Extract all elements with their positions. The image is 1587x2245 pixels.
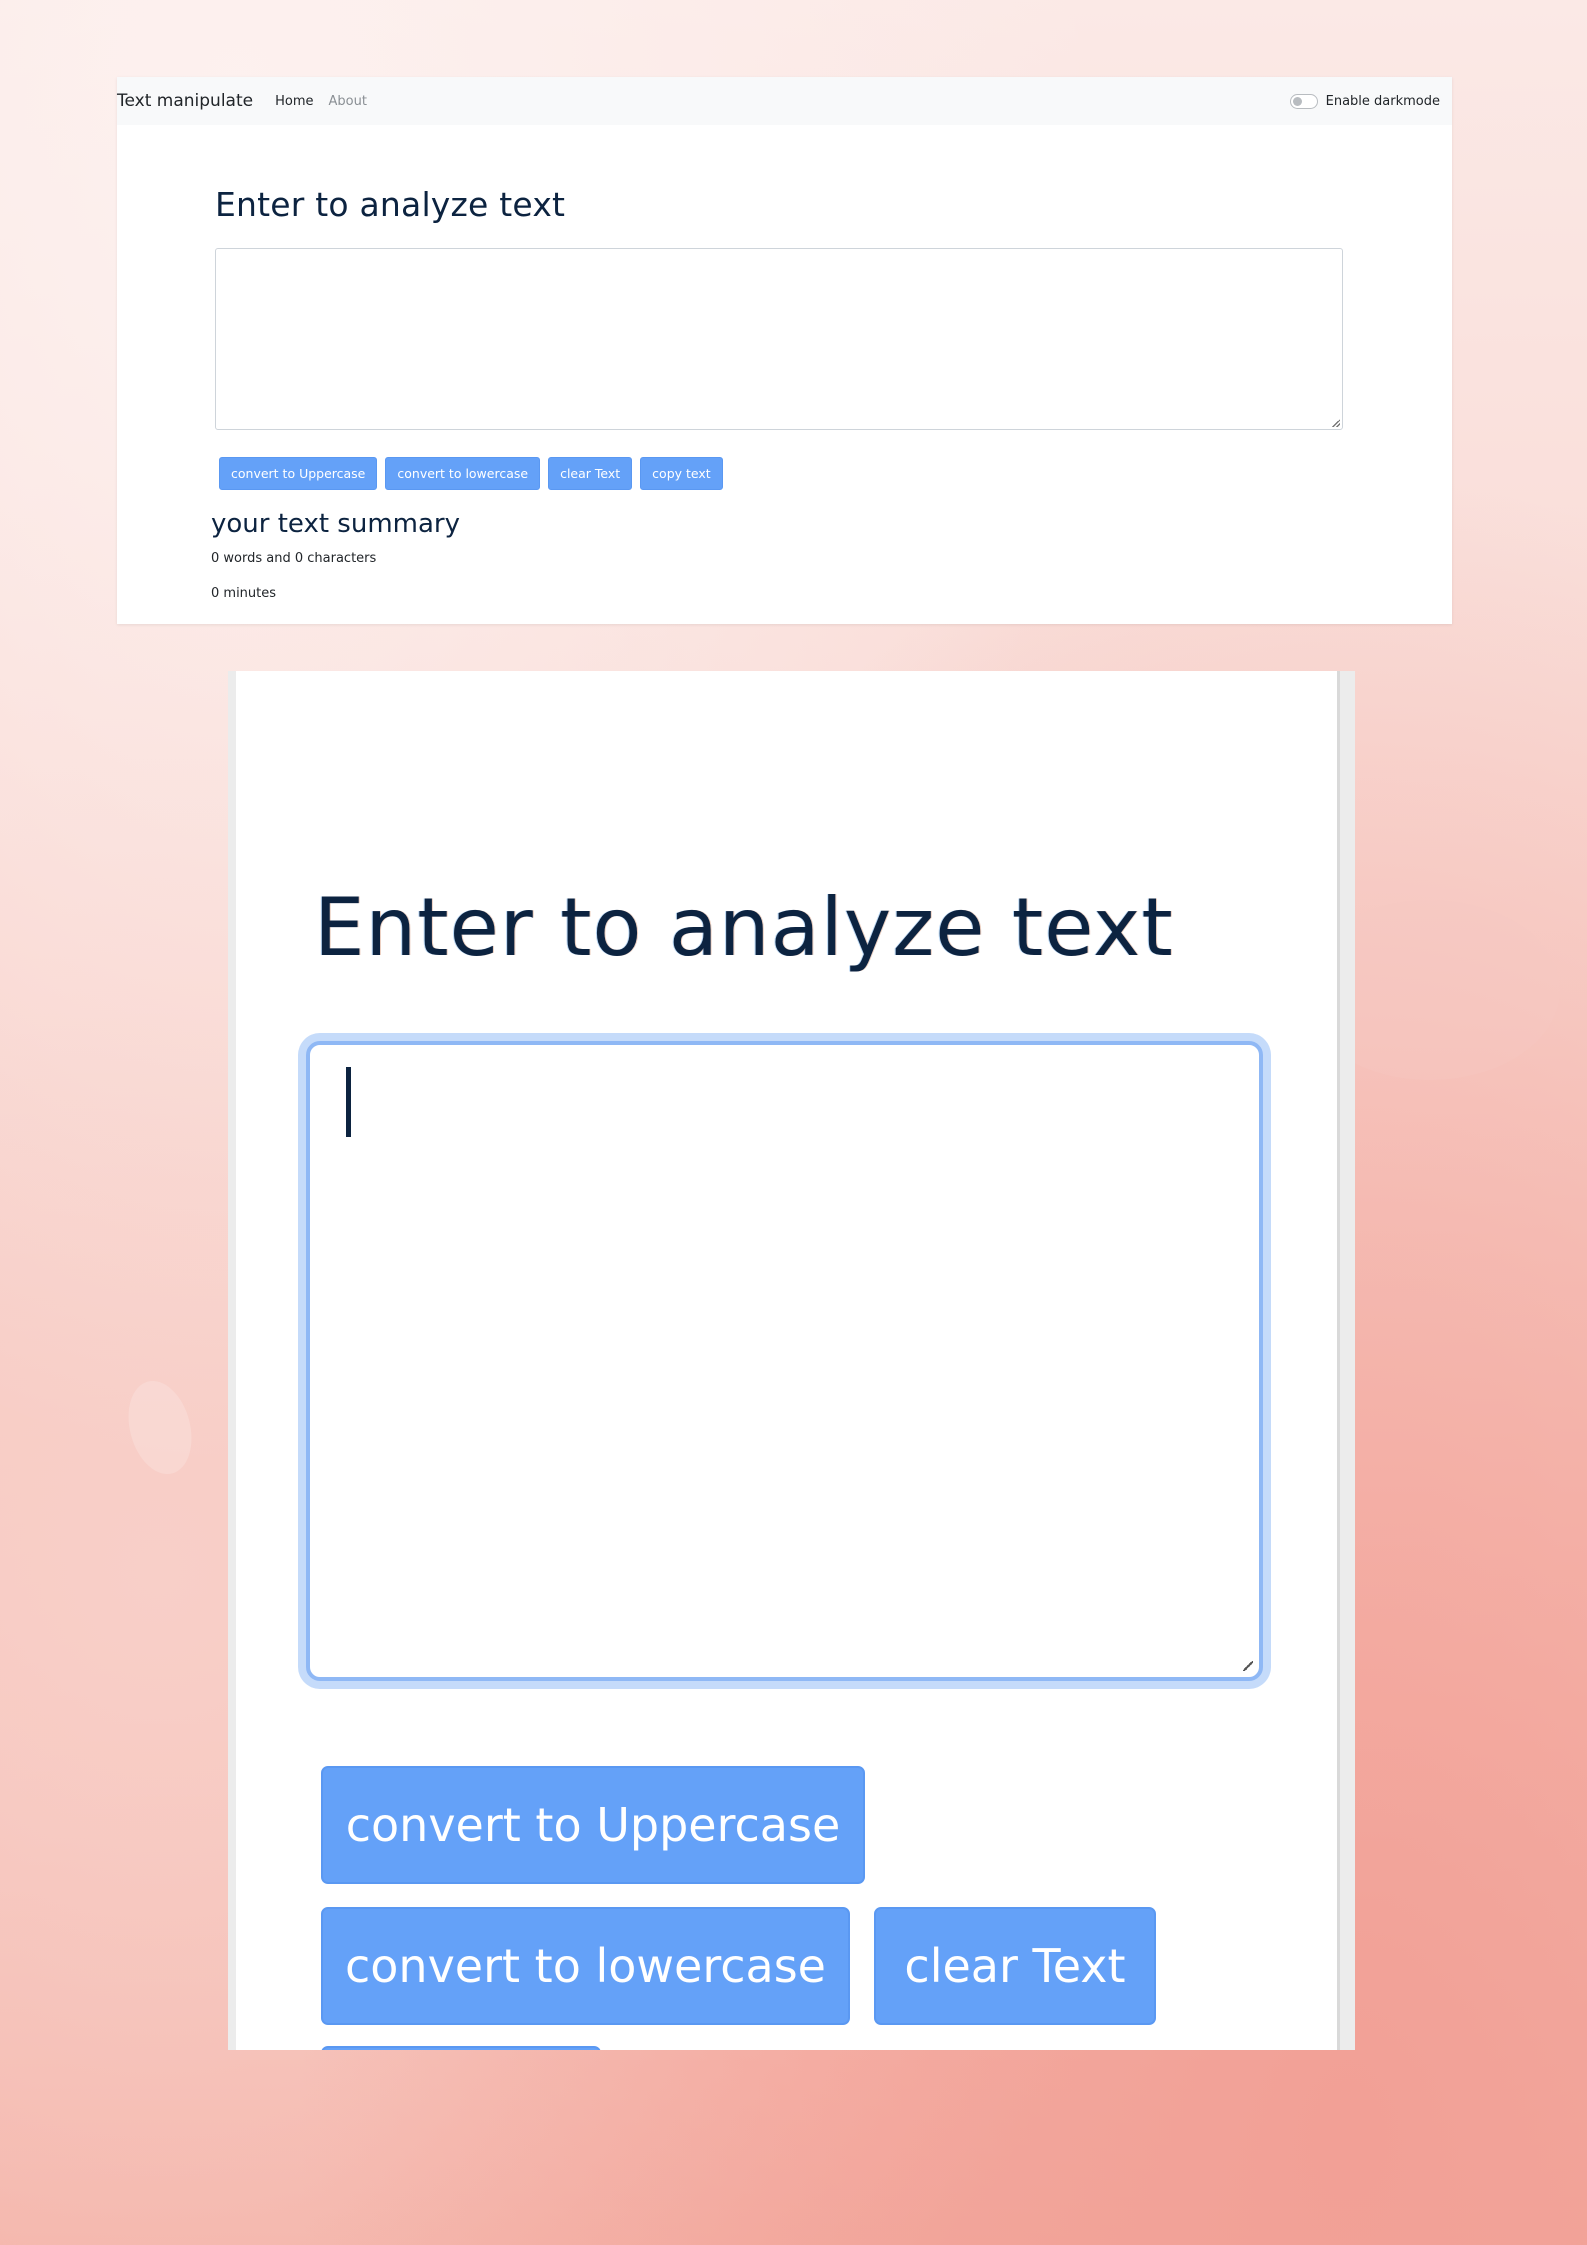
page-title: Enter to analyze text (215, 185, 566, 224)
darkmode-toggle[interactable]: Enable darkmode (1289, 93, 1440, 109)
resize-handle-icon[interactable] (1243, 1661, 1253, 1671)
app-window: Text manipulate Home About Enable darkmo… (117, 77, 1452, 624)
text-input[interactable] (215, 248, 1343, 430)
lowercase-button[interactable]: convert to lowercase (385, 457, 541, 490)
toggle-switch-icon[interactable] (1289, 93, 1318, 109)
action-buttons: convert to Uppercase convert to lowercas… (219, 457, 731, 490)
nav-link-home[interactable]: Home (275, 94, 313, 109)
zoomed-text-input[interactable] (306, 1041, 1263, 1681)
navbar-brand[interactable]: Text manipulate (117, 91, 253, 111)
zoomed-copy-button-partial[interactable] (321, 2046, 601, 2050)
zoomed-lowercase-button[interactable]: convert to lowercase (321, 1907, 850, 2025)
reading-time: 0 minutes (211, 586, 277, 601)
navbar: Text manipulate Home About Enable darkmo… (117, 77, 1452, 125)
summary-heading: your text summary (211, 509, 460, 539)
toggle-knob (1292, 96, 1302, 106)
resize-handle-icon[interactable] (1332, 419, 1340, 427)
zoomed-clear-text-button[interactable]: clear Text (874, 1907, 1156, 2025)
zoomed-uppercase-button[interactable]: convert to Uppercase (321, 1766, 865, 1884)
darkmode-label[interactable]: Enable darkmode (1326, 94, 1440, 109)
zoomed-page-title: Enter to analyze text (314, 881, 1174, 974)
text-caret (346, 1067, 351, 1137)
nav-link-about[interactable]: About (328, 94, 366, 109)
zoomed-view: Enter to analyze text convert to Upperca… (228, 671, 1355, 2050)
background-stain (118, 1373, 202, 1482)
word-char-count: 0 words and 0 characters (211, 551, 377, 566)
copy-text-button[interactable]: copy text (640, 457, 723, 490)
uppercase-button[interactable]: convert to Uppercase (219, 457, 378, 490)
clear-text-button[interactable]: clear Text (548, 457, 633, 490)
zoom-edge (1337, 671, 1355, 2050)
